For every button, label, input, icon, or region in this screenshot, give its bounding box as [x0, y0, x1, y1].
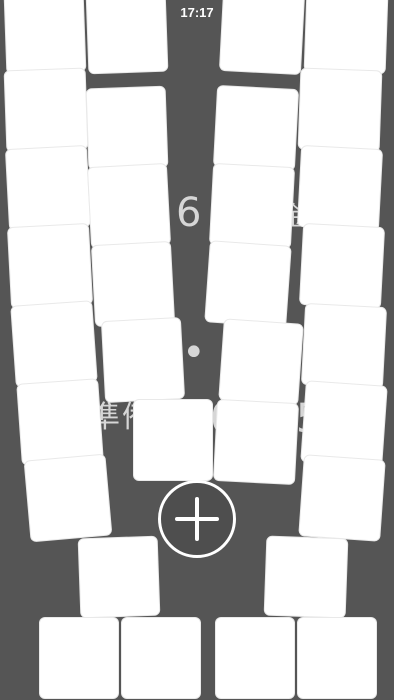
- tile-card[interactable]: [86, 86, 168, 170]
- tile-card[interactable]: [87, 164, 171, 248]
- tile-card[interactable]: [91, 242, 175, 326]
- bg-text-3: •: [182, 330, 208, 376]
- tile-card[interactable]: [11, 301, 97, 387]
- tile-card[interactable]: [304, 0, 388, 74]
- tile-card[interactable]: [134, 400, 212, 480]
- tile-card[interactable]: [5, 145, 91, 231]
- tile-card[interactable]: [101, 318, 185, 402]
- tile-card[interactable]: [122, 618, 200, 698]
- tile-card[interactable]: [219, 0, 305, 75]
- tile-card[interactable]: [213, 85, 299, 171]
- tile-card[interactable]: [264, 536, 348, 618]
- tile-card[interactable]: [209, 163, 295, 249]
- tile-card[interactable]: [86, 0, 168, 74]
- tile-card[interactable]: [299, 223, 385, 309]
- tile-card[interactable]: [24, 454, 112, 542]
- tile-card[interactable]: [78, 536, 160, 618]
- tile-card[interactable]: [301, 381, 387, 467]
- tile-card[interactable]: [4, 0, 86, 74]
- tile-card[interactable]: [299, 455, 385, 541]
- tile-card[interactable]: [301, 303, 387, 389]
- tile-card[interactable]: [219, 319, 303, 405]
- tile-card[interactable]: [297, 145, 383, 231]
- tile-card[interactable]: [213, 399, 299, 485]
- tile-card[interactable]: [4, 68, 88, 152]
- tile-card[interactable]: [40, 618, 118, 698]
- tile-card[interactable]: [7, 223, 93, 309]
- tile-card[interactable]: [298, 68, 382, 152]
- tile-card[interactable]: [216, 618, 294, 698]
- tile-card[interactable]: [205, 241, 291, 327]
- bg-text-1: 6: [176, 190, 204, 236]
- add-button[interactable]: [158, 480, 236, 558]
- tile-card[interactable]: [298, 618, 376, 698]
- tile-card[interactable]: [17, 379, 103, 465]
